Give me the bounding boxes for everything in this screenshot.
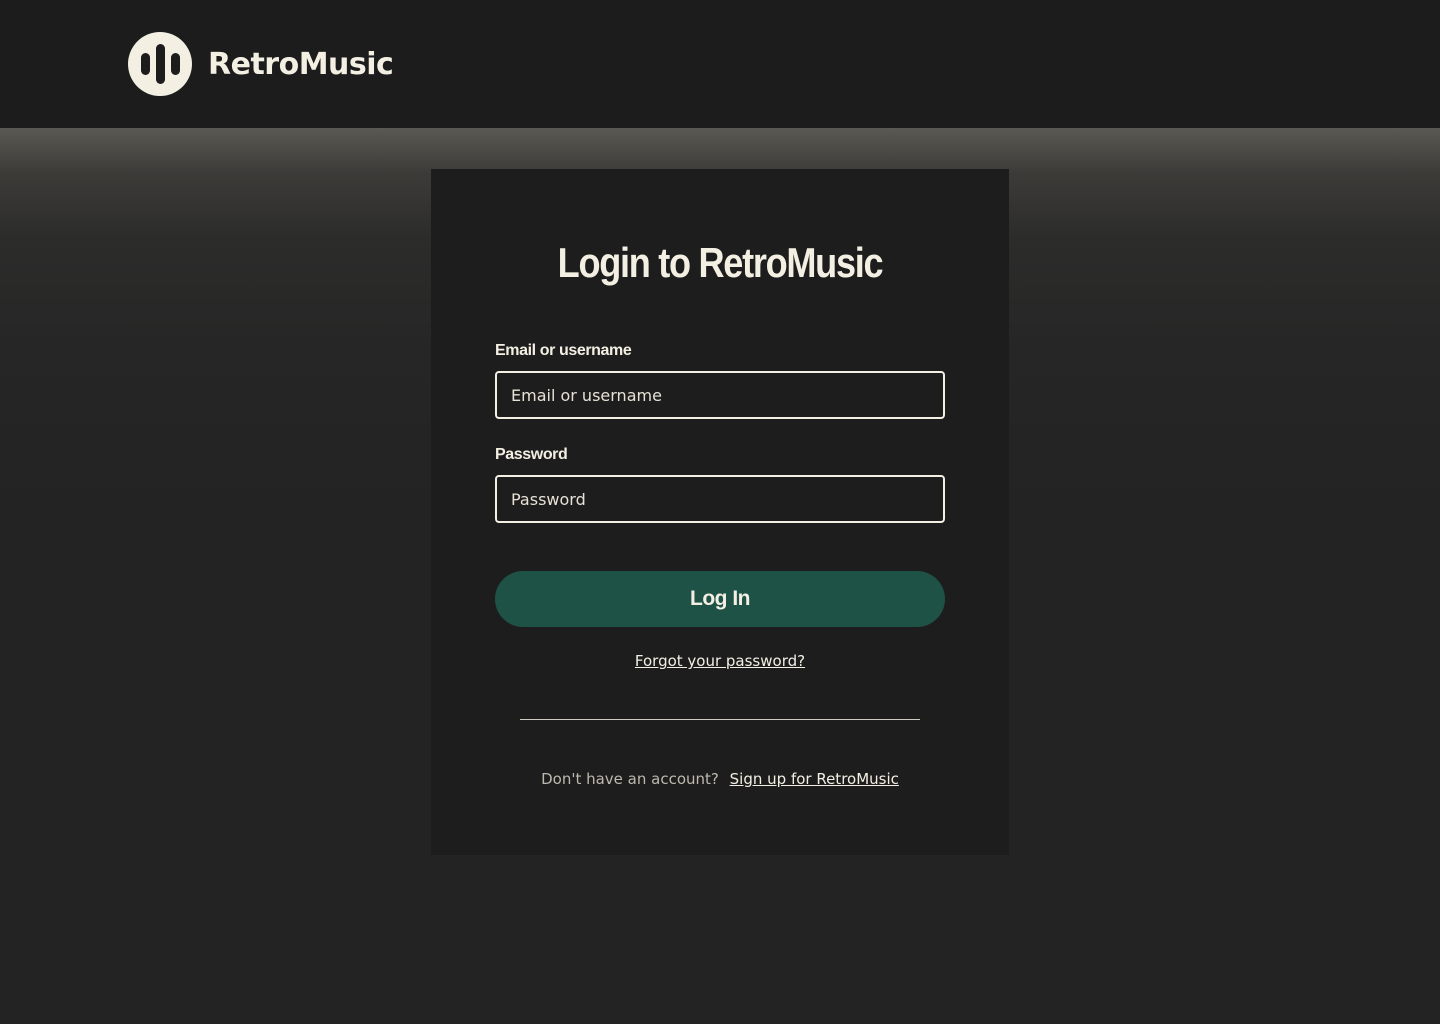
divider [520, 719, 920, 720]
login-card: Login to RetroMusic Email or username Pa… [431, 169, 1009, 855]
logo-bar [155, 44, 165, 84]
log-in-button[interactable]: Log In [495, 571, 945, 627]
page-title: Login to RetroMusic [557, 239, 884, 286]
signup-prompt: Don't have an account? [541, 770, 719, 788]
forgot-password-link[interactable]: Forgot your password? [635, 652, 805, 670]
email-field[interactable] [495, 371, 945, 419]
brand[interactable]: RetroMusic [128, 32, 394, 96]
password-label: Password [495, 446, 568, 463]
signup-link[interactable]: Sign up for RetroMusic [730, 770, 899, 788]
password-field[interactable] [495, 475, 945, 523]
top-bar: RetroMusic [0, 0, 1440, 128]
email-label: Email or username [495, 342, 632, 359]
logo-bar [170, 53, 180, 75]
forgot-password-row: Forgot your password? [431, 652, 1009, 670]
brand-name: RetroMusic [208, 46, 394, 82]
sound-wave-icon [128, 32, 192, 96]
signup-row: Don't have an account? Sign up for Retro… [431, 770, 1009, 788]
logo-bar [140, 53, 150, 75]
